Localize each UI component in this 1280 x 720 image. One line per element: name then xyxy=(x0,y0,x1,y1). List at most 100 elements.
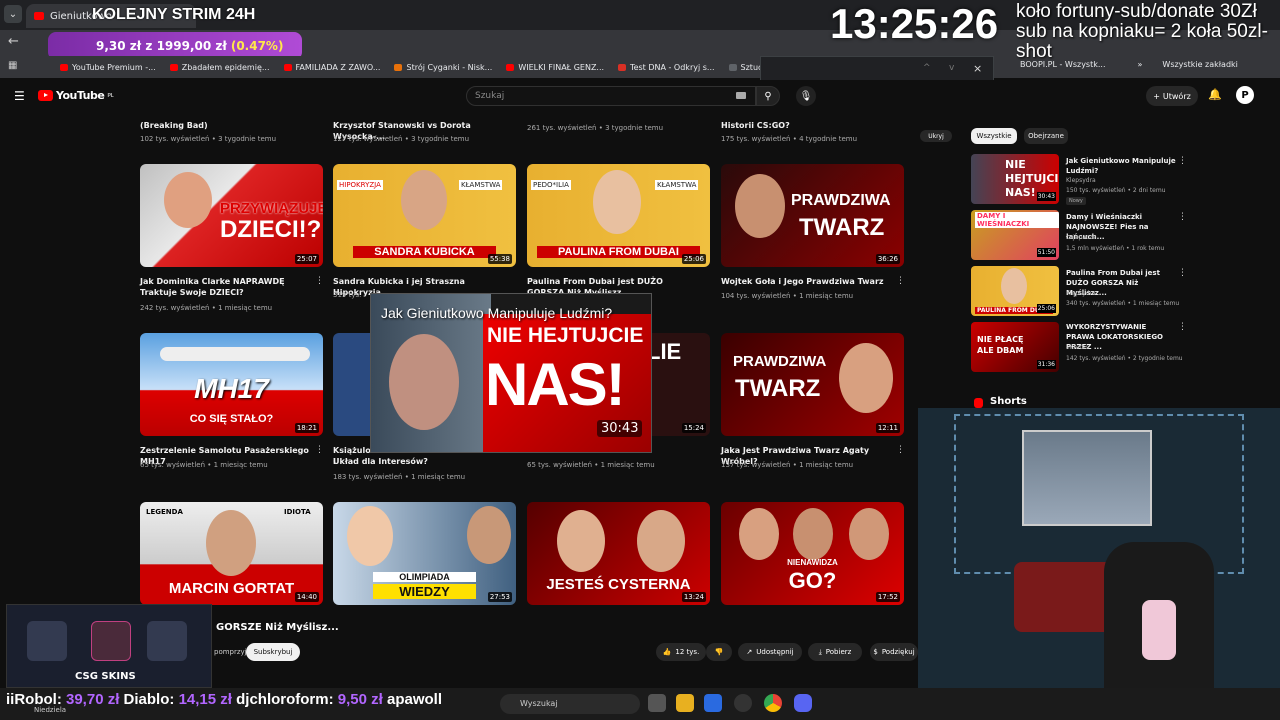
github-icon[interactable] xyxy=(734,694,752,712)
video-duration: 17:52 xyxy=(875,592,900,602)
thumbnail-text: OLIMPIADA xyxy=(373,572,476,582)
more-options-icon[interactable]: ⋮ xyxy=(1178,156,1187,166)
miniplayer[interactable]: Jak Gieniutkowo Manipuluje Ludźmi? NIE H… xyxy=(370,293,652,453)
search-icon[interactable]: ⚲ xyxy=(756,86,780,106)
store-icon[interactable] xyxy=(704,694,722,712)
stream-title-overlay: KOLEJNY STRIM 24H xyxy=(92,6,256,23)
more-options-icon[interactable]: ⋮ xyxy=(1178,212,1187,222)
more-options-icon[interactable]: ⋮ xyxy=(896,445,905,455)
dislike-button[interactable]: 👎 xyxy=(706,643,732,661)
video-thumbnail[interactable]: OLIMPIADA WIEDZY 27:53 xyxy=(333,502,516,605)
thumbnail-face xyxy=(164,172,212,228)
bookmark-item[interactable]: Test DNA - Odkryj s... xyxy=(618,63,715,72)
video-meta: 127 tys. wyświetleń • 3 tygodnie temu xyxy=(333,135,470,143)
bookmark-item[interactable]: Zbadałem epidemię... xyxy=(169,63,270,72)
video-title[interactable]: Jak Dominika Clarke NAPRAWDĘ Traktuje Sw… xyxy=(140,276,310,298)
create-button[interactable]: + Utwórz xyxy=(1146,86,1198,106)
thumbnail-face xyxy=(735,174,785,238)
file-explorer-icon[interactable] xyxy=(676,694,694,712)
download-button[interactable]: ⤓ Pobierz xyxy=(808,643,862,661)
thumbnail-sticker: PEDO*ILIA xyxy=(531,180,571,190)
thumbnail-text: DAMY I WIEŚNIACZKI xyxy=(975,212,1059,228)
video-thumbnail[interactable]: PRAWDZIWA TWARZ 36:26 xyxy=(721,164,904,267)
related-title[interactable]: Jak Gieniutkowo Manipuluje Ludźmi? xyxy=(1066,156,1176,176)
video-thumbnail[interactable]: PEDO*ILIA KŁAMSTWA PAULINA FROM DUBAI 25… xyxy=(527,164,710,267)
video-thumbnail[interactable]: LEGENDA IDIOTA MARCIN GORTAT 14:40 xyxy=(140,502,323,605)
channel-name[interactable]: Klepsydra xyxy=(1066,177,1096,184)
keyboard-icon[interactable] xyxy=(736,92,746,99)
tab-search-icon[interactable]: ⌄ xyxy=(4,5,22,23)
donation-amount: 9,30 zł z 1999,00 zł xyxy=(96,39,227,53)
video-duration: 12:11 xyxy=(875,423,900,433)
video-meta: 137 tys. wyświetleń • 1 miesiąc temu xyxy=(721,461,854,469)
wall-poster xyxy=(1022,430,1152,526)
search-input[interactable]: Szukaj xyxy=(466,86,756,106)
share-button[interactable]: ↗ Udostępnij xyxy=(738,643,802,661)
thumbnail-text: GO? xyxy=(788,568,837,593)
video-meta: 242 tys. wyświetleń • 1 miesiąc temu xyxy=(140,304,273,312)
related-thumbnail[interactable]: DAMY I WIEŚNIACZKI 51:50 xyxy=(971,210,1059,260)
avatar[interactable]: P xyxy=(1236,86,1254,104)
thumbnail-sticker: HIPOKRYZJA xyxy=(337,180,383,190)
video-thumbnail[interactable]: MH17 CO SIĘ STAŁO? 18:21 xyxy=(140,333,323,436)
related-thumbnail[interactable]: NIE HEJTUJCIE NAS! 30:43 xyxy=(971,154,1059,204)
channel-name[interactable]: eKretes xyxy=(1066,344,1089,351)
subscribe-button[interactable]: Subskrybuj xyxy=(246,643,300,661)
stream-clock: 13:25:26 xyxy=(830,0,999,47)
find-prev-icon[interactable]: ^ xyxy=(923,63,931,73)
chair-pillow xyxy=(1142,600,1176,660)
task-view-icon[interactable] xyxy=(648,694,666,712)
video-title[interactable]: Historii CS:GO? xyxy=(721,120,891,131)
back-arrow-icon[interactable]: ← xyxy=(8,34,19,49)
filter-chip-all[interactable]: Wszystkie xyxy=(971,128,1017,144)
sponsor-name: CSG SKINS xyxy=(75,671,136,682)
more-options-icon[interactable]: ⋮ xyxy=(315,276,324,286)
video-meta: 104 tys. wyświetleń • 1 miesiąc temu xyxy=(721,292,854,300)
video-thumbnail[interactable]: HIPOKRYZJA KŁAMSTWA SANDRA KUBICKA 55:38 xyxy=(333,164,516,267)
video-thumbnail[interactable]: PRAWDZIWA TWARZ 12:11 xyxy=(721,333,904,436)
microphone-icon[interactable]: 🎙 xyxy=(796,86,816,106)
video-thumbnail[interactable]: PRZYWIĄZUJE DZIECI!? 25:07 xyxy=(140,164,323,267)
ticker-text: iiRobol: 39,70 zł Diablo: 14,15 zł djchl… xyxy=(6,691,442,708)
chrome-icon[interactable] xyxy=(764,694,782,712)
hamburger-menu-icon[interactable]: ☰ xyxy=(14,89,25,103)
thumbnail-face xyxy=(347,506,393,566)
more-options-icon[interactable]: ⋮ xyxy=(1178,322,1187,332)
bookmark-item[interactable]: FAMILIADA Z ZAWO... xyxy=(283,63,380,72)
hide-button[interactable]: Ukryj xyxy=(920,130,952,142)
channel-name[interactable]: cojapacze xyxy=(1066,234,1096,241)
apps-grid-icon[interactable]: ▦ xyxy=(8,60,18,71)
video-meta: 319 tys. xyxy=(333,291,362,299)
thanks-button[interactable]: $ Podziękuj xyxy=(870,643,918,661)
video-title[interactable]: Układ dla Interesów? xyxy=(333,456,433,467)
youtube-logo[interactable]: YouTube PL xyxy=(38,89,114,102)
channel-name[interactable]: Klepsydra xyxy=(1066,290,1096,297)
more-options-icon[interactable]: ⋮ xyxy=(1178,268,1187,278)
video-thumbnail[interactable]: NIENAWIDZA GO? 17:52 xyxy=(721,502,904,605)
filter-chip-watched[interactable]: Obejrzane xyxy=(1024,128,1068,144)
notifications-bell-icon[interactable]: 🔔 xyxy=(1208,88,1222,101)
site-favicon-icon xyxy=(728,63,737,71)
donor-name: Diablo: xyxy=(123,691,175,708)
video-duration: 14:40 xyxy=(294,592,319,602)
like-button[interactable]: 👍 12 tys. xyxy=(656,643,706,661)
close-icon[interactable]: × xyxy=(973,62,982,75)
related-thumbnail[interactable]: NIE PŁACĘ ALE DBAM 31:36 xyxy=(971,322,1059,372)
more-options-icon[interactable]: ⋮ xyxy=(315,445,324,455)
thumbnail-face xyxy=(389,334,459,430)
video-title[interactable]: Wojtek Goła i Jego Prawdziwa Twarz xyxy=(721,276,891,287)
thumbs-down-icon: 👎 xyxy=(714,648,724,656)
thumbnail-text: NIE HEJTUJCIE xyxy=(487,324,644,347)
discord-icon[interactable] xyxy=(794,694,812,712)
support-button[interactable]: pomprzyj xyxy=(214,648,247,656)
find-next-icon[interactable]: v xyxy=(949,63,954,73)
video-title[interactable]: (Breaking Bad) xyxy=(140,120,310,131)
thumbnail-text: TWARZ xyxy=(735,375,821,402)
bookmark-item[interactable]: WIELKI FINAŁ GENZ... xyxy=(506,63,604,72)
related-thumbnail[interactable]: PAULINA FROM DUBAI 25:06 xyxy=(971,266,1059,316)
bookmark-item[interactable]: Strój Cyganki - Nisk... xyxy=(394,63,492,72)
more-options-icon[interactable]: ⋮ xyxy=(896,276,905,286)
bookmark-item[interactable]: YouTube Premium -... xyxy=(60,63,156,72)
taskbar-search-input[interactable]: Wyszukaj xyxy=(500,694,640,714)
video-thumbnail[interactable]: JESTEŚ CYSTERNA 13:24 xyxy=(527,502,710,605)
